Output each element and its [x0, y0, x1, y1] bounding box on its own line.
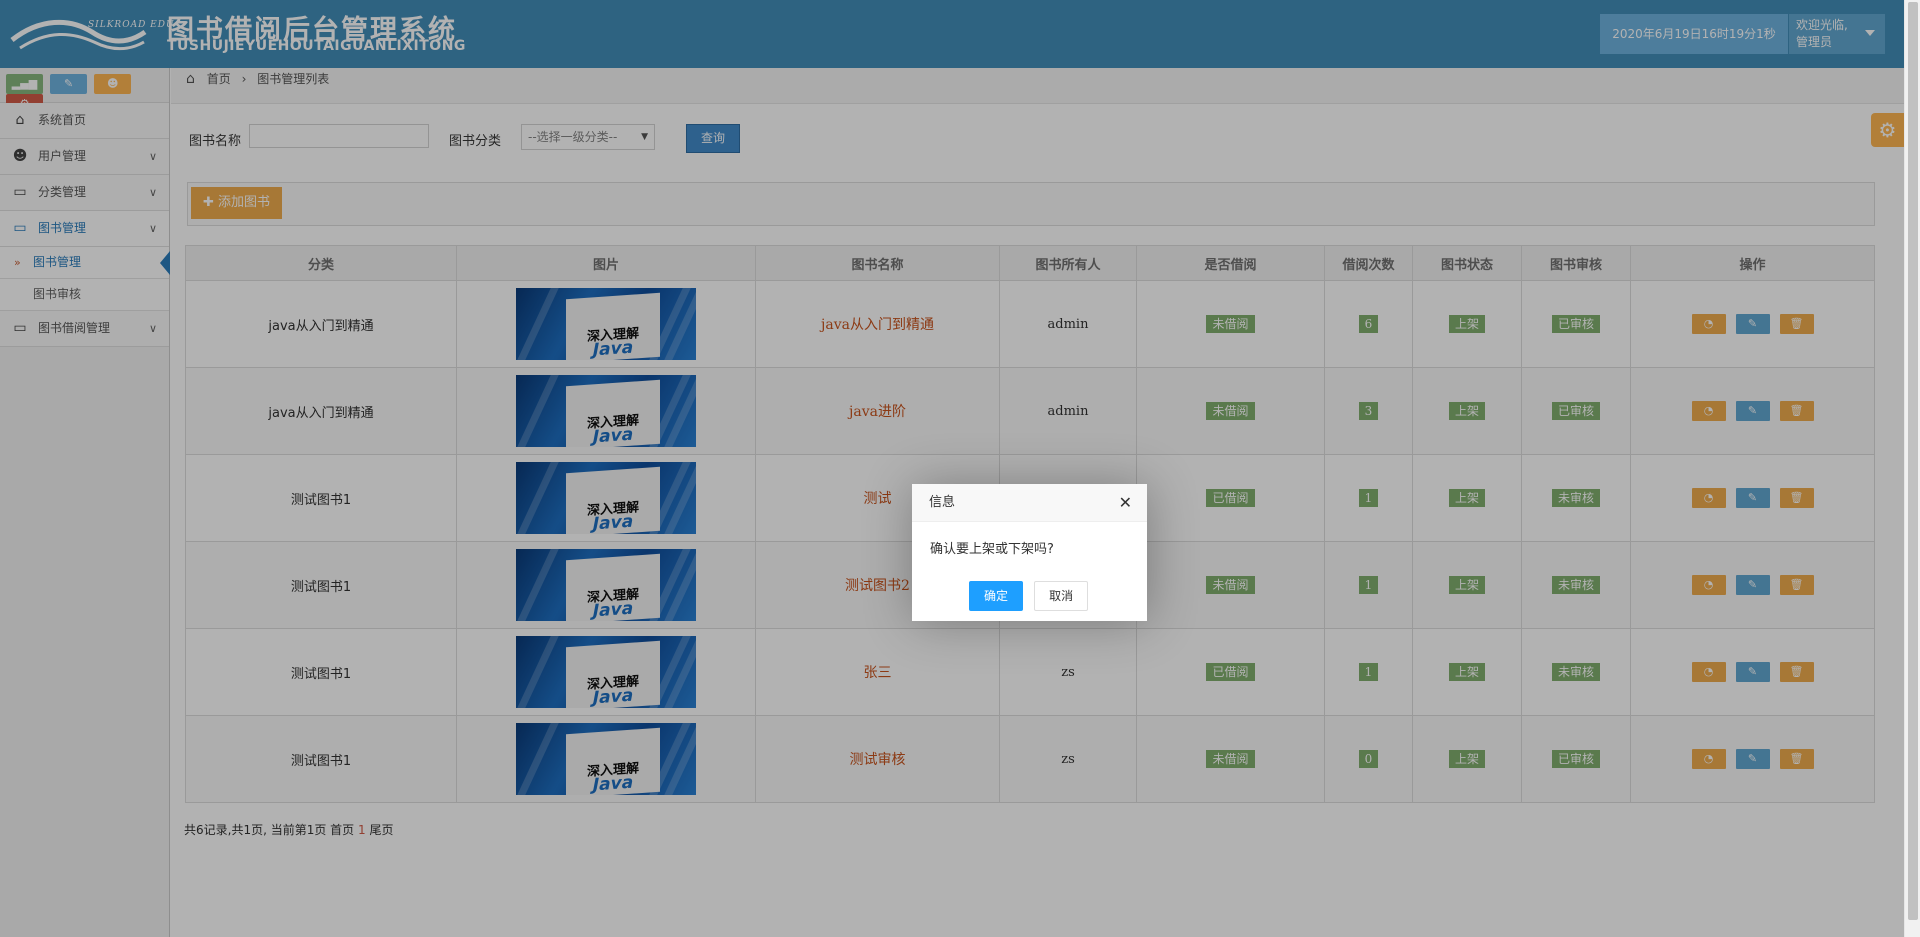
- dialog-message: 确认要上架或下架吗?: [930, 542, 1054, 557]
- confirm-dialog: 信息 ✕ 确认要上架或下架吗? 确定 取消: [912, 484, 1147, 621]
- cancel-button[interactable]: 取消: [1034, 581, 1089, 611]
- scrollbar-thumb[interactable]: [1908, 2, 1918, 920]
- dialog-buttons: 确定 取消: [969, 581, 1089, 611]
- dialog-header: 信息 ✕: [912, 484, 1147, 522]
- dialog-title: 信息: [929, 495, 956, 510]
- vertical-scrollbar[interactable]: [1904, 0, 1920, 937]
- confirm-button[interactable]: 确定: [969, 581, 1023, 611]
- close-icon[interactable]: ✕: [1119, 484, 1132, 522]
- modal-overlay: [0, 0, 1904, 937]
